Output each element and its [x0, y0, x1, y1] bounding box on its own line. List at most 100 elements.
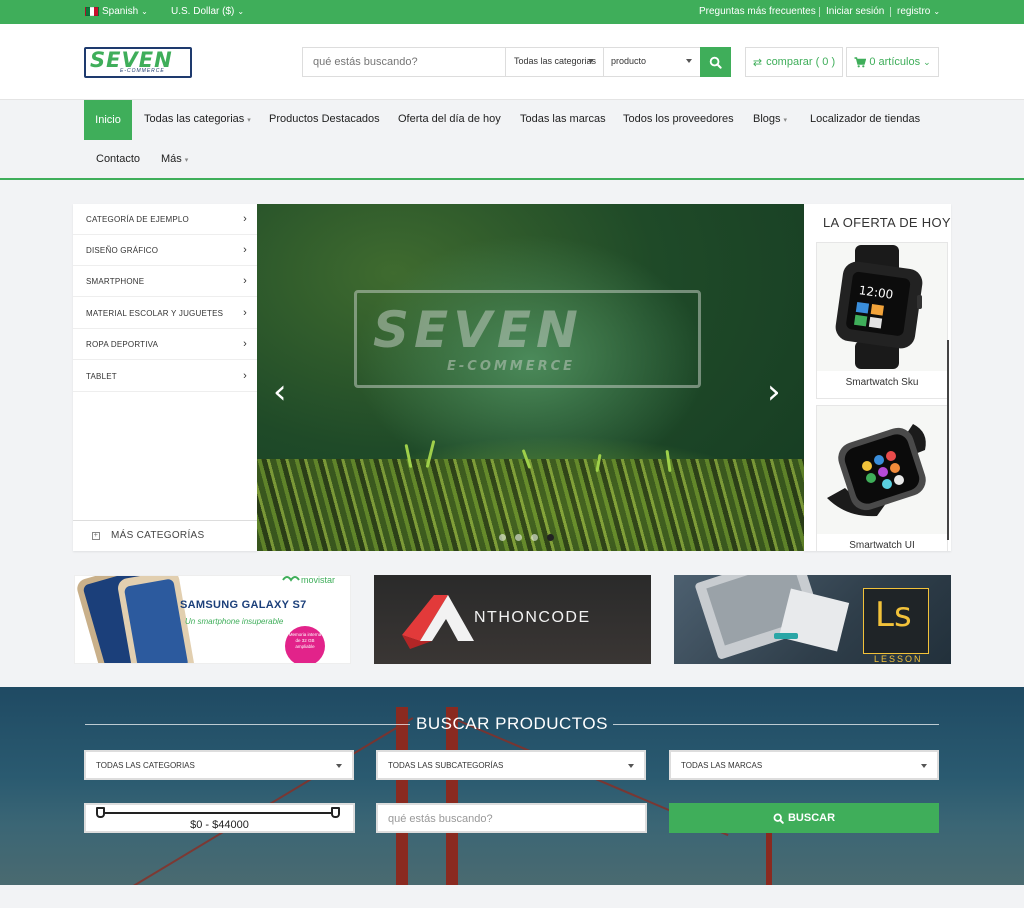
lesson-logo: Ls	[863, 588, 929, 654]
deals-scrollbar[interactable]	[947, 340, 949, 540]
compare-icon: ⇄	[752, 56, 763, 69]
category-item[interactable]: Material escolar y juguetes ›	[73, 298, 257, 329]
nav-item-deal-of-day[interactable]: Oferta del día de hoy	[398, 113, 501, 125]
category-select[interactable]: Todas las categorias	[505, 48, 603, 76]
nav-item-featured[interactable]: Productos Destacados	[269, 113, 380, 125]
banner-samsung[interactable]: movistar SAMSUNG GALAXY S7 Un smartphone…	[74, 575, 351, 664]
caret-down-icon: ▾	[247, 117, 251, 124]
hero-logo: SEVEN E-COMMERCE	[354, 290, 701, 388]
category-item[interactable]: Tablet ›	[73, 361, 257, 392]
category-label: Material escolar y juguetes	[86, 309, 224, 318]
slider-dot[interactable]	[499, 534, 506, 541]
category-label: Ropa deportiva	[86, 340, 159, 349]
language-selector[interactable]: Spanish ⌄	[85, 6, 148, 17]
smartwatch-image	[817, 406, 947, 534]
filter-subcategories-select[interactable]: TODAS LAS SUBCATEGORÍAS	[376, 750, 646, 780]
price-min-handle[interactable]	[96, 807, 105, 818]
category-item[interactable]: Ropa deportiva ›	[73, 329, 257, 360]
price-range-slider: $0 - $44000	[84, 803, 355, 833]
banner-subtitle: Un smartphone insuperable	[185, 617, 284, 626]
filter-brands-select[interactable]: TODAS LAS MARCAS	[669, 750, 939, 780]
chevron-right-icon: ›	[243, 338, 247, 350]
price-range-value: $0 - $44000	[190, 819, 249, 831]
product-search-section: BUSCAR PRODUCTOS	[0, 687, 1024, 885]
banner-anthoncode[interactable]: NTHONCODE	[374, 575, 651, 664]
slider-next-arrow[interactable]: ›	[767, 372, 781, 412]
todays-deals-panel: LA OFERTA DE HOY 12:00 Smartwatch Sku Sm…	[804, 204, 951, 551]
main-nav: Inicio Todas las categorias ▾ Productos D…	[0, 100, 1024, 180]
price-range-track[interactable]	[100, 812, 336, 814]
category-item[interactable]: Categoría de ejemplo ›	[73, 204, 257, 235]
product-search-input[interactable]: qué estás buscando?	[376, 803, 647, 833]
banner-lesson[interactable]: Ls LESSON	[674, 575, 951, 664]
caret-down-icon	[686, 59, 692, 63]
slider-dot[interactable]	[531, 534, 538, 541]
nav-item-more[interactable]: Más ▾	[161, 153, 188, 165]
search-icon	[773, 813, 784, 824]
deal-product-name[interactable]: Smartwatch UI	[817, 540, 947, 551]
nav-item-all-categories[interactable]: Todas las categorias ▾	[144, 113, 251, 125]
nav-label: Blogs	[753, 113, 781, 125]
filter-brands-value: TODAS LAS MARCAS	[681, 761, 763, 770]
smartwatch-image: 12:00	[817, 243, 947, 371]
hero-logo-subtext: E-COMMERCE	[447, 359, 576, 374]
deal-product-card[interactable]: 12:00 Smartwatch Sku	[816, 242, 948, 399]
top-bar: Spanish ⌄ U.S. Dollar ($) ⌄ Preguntas má…	[0, 0, 1024, 24]
logo-subtext: E-COMMERCE	[120, 68, 165, 74]
category-item[interactable]: Diseño gráfico ›	[73, 235, 257, 266]
cart-button[interactable]: 0 artículos ⌄	[846, 47, 939, 77]
slider-prev-arrow[interactable]: ‹	[273, 372, 287, 412]
search-icon	[709, 56, 722, 69]
deal-product-card[interactable]: Smartwatch UI	[816, 405, 948, 551]
search-products-title: BUSCAR PRODUCTOS	[416, 714, 608, 733]
banner-title: SAMSUNG GALAXY S7	[180, 599, 307, 611]
category-item[interactable]: Smartphone ›	[73, 266, 257, 297]
deal-product-name[interactable]: Smartwatch Sku	[817, 377, 947, 388]
mexico-flag-icon	[85, 7, 99, 16]
nav-item-brands[interactable]: Todas las marcas	[520, 113, 606, 125]
type-select[interactable]: producto	[603, 48, 699, 76]
bridge-tower	[766, 827, 772, 885]
category-sidebar: Categoría de ejemplo › Diseño gráfico › Sm…	[73, 204, 257, 551]
login-link[interactable]: Iniciar sesión	[826, 6, 884, 17]
chevron-right-icon: ›	[243, 370, 247, 382]
hero-slider[interactable]: SEVEN E-COMMERCE ‹ ›	[257, 204, 804, 551]
header: SEVEN E-COMMERCE Todas las categorias pr…	[0, 24, 1024, 100]
cart-label: 0 artículos	[869, 56, 921, 68]
category-label: Smartphone	[86, 277, 145, 286]
more-categories-button[interactable]: + MÁS CATEGORÍAS	[73, 520, 257, 551]
site-logo[interactable]: SEVEN E-COMMERCE	[84, 47, 192, 78]
currency-selector[interactable]: U.S. Dollar ($) ⌄	[171, 6, 244, 17]
smartwatch-icon	[827, 424, 926, 517]
category-label: Tablet	[86, 372, 117, 381]
cart-icon	[854, 56, 867, 67]
nav-item-contact[interactable]: Contacto	[96, 153, 140, 165]
price-max-handle[interactable]	[331, 807, 340, 818]
search-products-button[interactable]: BUSCAR	[669, 803, 939, 833]
footer-strip	[0, 885, 1024, 908]
type-select-value: producto	[611, 56, 647, 66]
smartwatch-icon: 12:00	[835, 245, 923, 369]
more-categories-label: MÁS CATEGORÍAS	[111, 530, 205, 541]
chevron-right-icon: ›	[243, 244, 247, 256]
nav-item-store-locator[interactable]: Localizador de tiendas	[810, 113, 920, 125]
divider	[819, 7, 820, 17]
movistar-logo-text: movistar	[301, 575, 336, 585]
banner-anthoncode-text: NTHONCODE	[474, 609, 591, 626]
faq-link[interactable]: Preguntas más frecuentes	[699, 6, 816, 17]
header-search: Todas las categorias producto	[302, 47, 731, 77]
filter-categories-select[interactable]: TODAS LAS CATEGORIAS	[84, 750, 354, 780]
chevron-right-icon: ›	[243, 307, 247, 319]
slider-dot[interactable]	[515, 534, 522, 541]
search-button[interactable]	[700, 47, 731, 77]
nav-item-blogs[interactable]: Blogs ▾	[753, 113, 787, 125]
nav-item-vendors[interactable]: Todos los proveedores	[623, 113, 734, 125]
slider-dot-active[interactable]	[547, 534, 554, 541]
nav-item-home[interactable]: Inicio	[84, 100, 132, 140]
compare-button[interactable]: ⇄ comparar ( 0 )	[745, 47, 843, 77]
banner-badge: Memoria interna de 32 GB ampliable	[288, 632, 322, 649]
hero-logo-text: SEVEN	[373, 301, 583, 359]
search-input[interactable]	[303, 48, 505, 76]
register-link[interactable]: registro ⌄	[897, 6, 940, 17]
category-select-value: Todas las categorias	[514, 56, 597, 66]
